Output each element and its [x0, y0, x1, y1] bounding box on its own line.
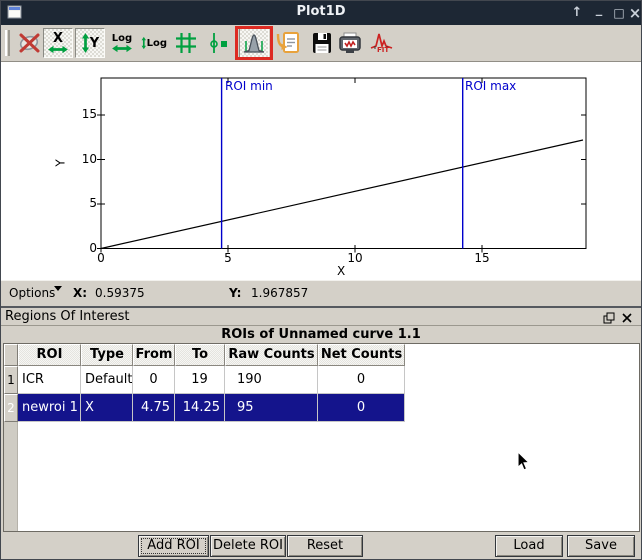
reset-button[interactable]: Reset: [287, 535, 363, 557]
x-autoscale-label: X: [53, 32, 63, 45]
y-position-value: 1.967857: [251, 286, 308, 300]
grid-button[interactable]: [173, 30, 199, 56]
y-tick-15: 15: [69, 107, 97, 121]
add-roi-button[interactable]: Add ROI: [138, 535, 209, 557]
x-tick-10: 10: [345, 251, 365, 265]
horizontal-arrow-icon: [111, 44, 133, 53]
curve-line: [101, 140, 583, 249]
x-position-label: X:: [73, 286, 87, 300]
roi-highlight-box: [235, 26, 273, 60]
vertical-arrow-icon: [81, 32, 90, 54]
row-header[interactable]: 2: [4, 394, 18, 422]
clipboard-icon: [275, 30, 301, 56]
x-position-value: 0.59375: [95, 286, 145, 300]
roi-table[interactable]: ROI Type From To Raw Counts Net Counts 1…: [3, 343, 640, 532]
cell-to[interactable]: 14.25: [175, 394, 225, 422]
x-autoscale-button[interactable]: X: [43, 28, 73, 58]
y-position-label: Y:: [229, 286, 241, 300]
vertical-header-area: [4, 422, 18, 531]
delete-roi-button[interactable]: Delete ROI: [210, 535, 286, 557]
magnifier-x-icon: [17, 30, 43, 56]
y-tick-0: 0: [69, 241, 97, 255]
column-header-raw-counts[interactable]: Raw Counts: [225, 344, 318, 366]
mouse-cursor: [517, 451, 531, 476]
x-axis-label: X: [337, 264, 345, 278]
save-button[interactable]: Save: [567, 535, 635, 557]
window-title: Plot1D: [1, 4, 641, 19]
y-autoscale-label: Y: [90, 37, 99, 50]
y-tick-5: 5: [69, 196, 97, 210]
maximize-button[interactable]: □: [611, 3, 627, 23]
points-toggle-button[interactable]: [205, 30, 231, 56]
cell-from[interactable]: 4.75: [133, 394, 175, 422]
cell-from[interactable]: 0: [133, 366, 175, 394]
roi-min-label[interactable]: ROI min: [225, 79, 273, 93]
minimize-button[interactable]: _: [591, 3, 607, 23]
dock-close-button[interactable]: [620, 311, 634, 324]
cell-net-counts[interactable]: 0: [318, 366, 405, 394]
chevron-down-icon: [54, 286, 62, 291]
line-points-icon: [205, 30, 231, 56]
x-log-label: Log: [112, 33, 132, 44]
y-autoscale-button[interactable]: Y: [75, 28, 105, 58]
print-preview-button[interactable]: [337, 30, 363, 56]
plot1d-window: Plot1D ↑ _ □ × X Y Log: [0, 0, 642, 560]
y-axis-label: Y: [54, 159, 68, 166]
column-header-net-counts[interactable]: Net Counts: [318, 344, 405, 366]
horizontal-arrow-icon: [47, 45, 69, 54]
table-row-selected[interactable]: 2 newroi 1 X 4.75 14.25 95 0: [4, 394, 405, 422]
toolbar: X Y Log Log: [1, 25, 641, 62]
shade-button[interactable]: ↑: [569, 3, 585, 23]
roi-button-bar: Add ROI Delete ROI Reset Load Save: [1, 532, 641, 560]
table-corner-cell[interactable]: [4, 344, 18, 366]
column-header-roi[interactable]: ROI: [18, 344, 81, 366]
roi-dock-titlebar[interactable]: Regions Of Interest: [1, 308, 641, 326]
copy-clipboard-button[interactable]: [275, 30, 301, 56]
title-bar: Plot1D ↑ _ □ ×: [1, 1, 641, 25]
cell-raw-counts[interactable]: 95: [225, 394, 318, 422]
column-header-to[interactable]: To: [175, 344, 225, 366]
column-header-from[interactable]: From: [133, 344, 175, 366]
printer-icon: [337, 30, 363, 56]
cell-net-counts[interactable]: 0: [318, 394, 405, 422]
grid-icon: [173, 30, 199, 56]
cell-to[interactable]: 19: [175, 366, 225, 394]
cell-raw-counts[interactable]: 190: [225, 366, 318, 394]
y-log-label: Log: [147, 38, 167, 49]
x-tick-5: 5: [218, 251, 238, 265]
options-menu-button[interactable]: Options: [9, 286, 55, 300]
x-tick-15: 15: [472, 251, 492, 265]
cell-type[interactable]: Default: [81, 366, 133, 394]
floppy-disk-icon: [309, 30, 335, 56]
fit-button[interactable]: FIT: [369, 30, 395, 56]
dock-float-button[interactable]: [602, 311, 616, 324]
zoom-reset-button[interactable]: [17, 30, 43, 56]
roi-curve-header: ROIs of Unnamed curve 1.1: [1, 327, 641, 343]
cell-roi[interactable]: newroi 1: [18, 394, 81, 422]
plot-svg: [1, 62, 642, 280]
row-header[interactable]: 1: [4, 366, 18, 394]
roi-max-label[interactable]: ROI max: [465, 79, 516, 93]
y-log-button[interactable]: Log: [141, 30, 167, 56]
plot-canvas[interactable]: 0 5 10 15 0 5 10 15 X Y ROI min ROI max: [1, 62, 641, 280]
table-row[interactable]: 1 ICR Default 0 19 190 0: [4, 366, 405, 394]
load-button[interactable]: Load: [495, 535, 563, 557]
fit-label: FIT: [377, 46, 389, 54]
cell-roi[interactable]: ICR: [18, 366, 81, 394]
table-header-row: ROI Type From To Raw Counts Net Counts: [4, 344, 405, 366]
cell-type[interactable]: X: [81, 394, 133, 422]
close-button[interactable]: ×: [627, 3, 642, 23]
roi-dock-title: Regions Of Interest: [5, 309, 129, 324]
status-bar: Options X: 0.59375 Y: 1.967857: [1, 280, 641, 306]
float-window-icon: [603, 312, 615, 324]
x-log-button[interactable]: Log: [109, 30, 135, 56]
save-plot-button[interactable]: [309, 30, 335, 56]
toolbar-handle[interactable]: [5, 30, 10, 56]
close-icon: [622, 313, 632, 323]
column-header-type[interactable]: Type: [81, 344, 133, 366]
y-tick-10: 10: [69, 152, 97, 166]
